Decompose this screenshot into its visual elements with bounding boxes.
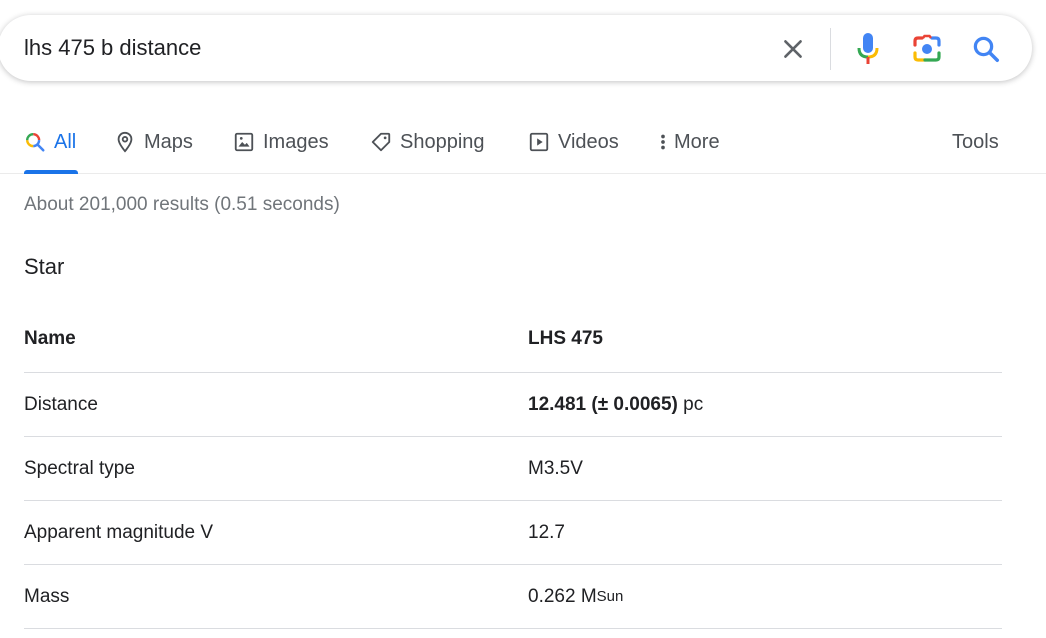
mass-unit-subscript: Sun xyxy=(596,588,624,605)
info-row-spectral-type: Spectral type M3.5V xyxy=(24,437,1002,501)
info-label: Name xyxy=(24,328,76,349)
info-value: M3.5V xyxy=(528,457,583,479)
voice-search-button[interactable] xyxy=(851,30,885,68)
distance-unit: pc xyxy=(683,393,704,415)
tab-more[interactable]: More xyxy=(658,110,720,174)
camera-lens-icon xyxy=(913,34,941,62)
play-icon xyxy=(528,131,550,153)
tab-all[interactable]: All xyxy=(24,110,76,174)
tab-images[interactable]: Images xyxy=(233,110,329,174)
map-pin-icon xyxy=(114,130,136,154)
info-row-distance: Distance 12.481 (± 0.0065) pc xyxy=(24,373,1002,437)
search-submit-button[interactable] xyxy=(968,30,1004,68)
info-row-name: Name LHS 475 xyxy=(24,306,1002,373)
active-tab-indicator xyxy=(24,170,78,174)
info-label: Mass xyxy=(24,585,70,607)
tab-maps[interactable]: Maps xyxy=(114,110,193,174)
microphone-icon xyxy=(857,33,879,64)
image-icon xyxy=(233,131,255,153)
info-value: LHS 475 xyxy=(528,328,603,349)
result-stats: About 201,000 results (0.51 seconds) xyxy=(24,194,340,215)
search-multicolor-icon xyxy=(24,131,46,153)
tab-label: Shopping xyxy=(400,130,485,153)
mass-value: 0.262 M xyxy=(528,585,597,607)
close-icon xyxy=(784,40,802,58)
tab-shopping[interactable]: Shopping xyxy=(370,110,485,174)
info-row-mass: Mass 0.262 M Sun xyxy=(24,565,1002,629)
search-by-image-button[interactable] xyxy=(909,30,945,68)
search-input[interactable]: lhs 475 b distance xyxy=(24,15,724,81)
info-label: Spectral type xyxy=(24,457,135,479)
search-tabs: All Maps Images Shopping Videos More Too… xyxy=(0,110,1046,174)
info-label: Apparent magnitude V xyxy=(24,521,214,543)
tag-icon xyxy=(370,131,392,153)
more-vert-icon xyxy=(658,131,668,153)
tab-label: More xyxy=(674,130,720,153)
search-bar: lhs 475 b distance xyxy=(0,15,1032,81)
search-results-page: lhs 475 b distance All Maps Images Shopp… xyxy=(0,0,1046,638)
tools-button[interactable]: Tools xyxy=(952,110,999,174)
clear-search-button[interactable] xyxy=(776,32,810,66)
tab-label: Videos xyxy=(558,130,619,153)
search-bar-divider xyxy=(830,28,831,70)
tab-videos[interactable]: Videos xyxy=(528,110,619,174)
info-table: Name LHS 475 Distance 12.481 (± 0.0065) … xyxy=(24,306,1002,629)
info-label: Distance xyxy=(24,393,98,415)
distance-value: 12.481 (± 0.0065) xyxy=(528,393,678,415)
tab-label: Maps xyxy=(144,130,193,153)
section-title: Star xyxy=(24,254,65,279)
tab-label: Images xyxy=(263,130,329,153)
tab-label: All xyxy=(54,130,77,153)
info-value: 12.7 xyxy=(528,521,565,543)
info-row-apparent-magnitude: Apparent magnitude V 12.7 xyxy=(24,501,1002,565)
info-value: 12.481 (± 0.0065) pc xyxy=(528,373,703,436)
info-value: 0.262 M Sun xyxy=(528,565,623,628)
search-icon xyxy=(973,36,999,62)
